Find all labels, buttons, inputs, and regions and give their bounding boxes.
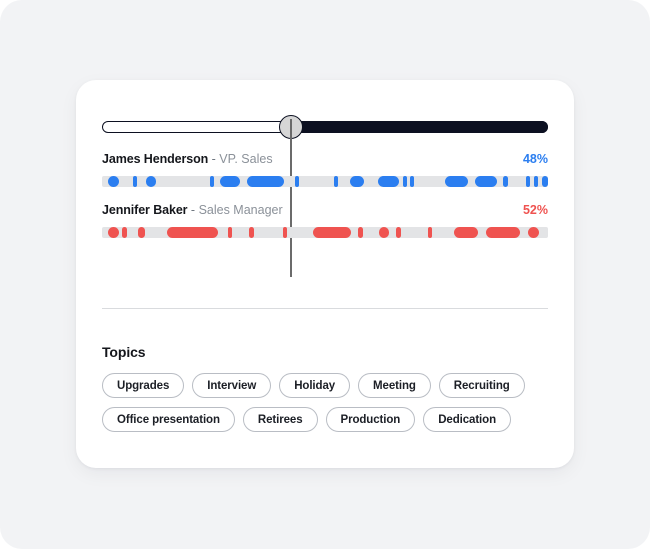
activity-bar[interactable] [102, 227, 548, 238]
activity-segment [525, 176, 530, 187]
topic-chip[interactable]: Meeting [358, 373, 431, 398]
slider-fill [290, 121, 548, 133]
person-separator: - [187, 203, 199, 217]
activity-segment [541, 176, 548, 187]
activity-segment [249, 227, 254, 238]
activity-segment [247, 176, 284, 187]
activity-segment [210, 176, 215, 187]
activity-segment [409, 176, 415, 187]
activity-segment [107, 227, 119, 238]
topic-chip[interactable]: Interview [192, 373, 272, 398]
person-name: Jennifer Baker [102, 203, 188, 217]
activity-segment [533, 176, 538, 187]
person-label: Jennifer Baker - Sales Manager [102, 201, 283, 219]
topic-chip[interactable]: Office presentation [102, 407, 235, 432]
activity-segment [377, 176, 400, 187]
timeline-slider[interactable] [102, 113, 548, 141]
topic-chip[interactable]: Upgrades [102, 373, 185, 398]
activity-segment [133, 176, 138, 187]
person-row: Jennifer Baker - Sales Manager 52% [102, 201, 548, 238]
section-divider [102, 308, 548, 309]
person-name: James Henderson [102, 152, 209, 166]
topic-chip[interactable]: Recruiting [438, 373, 525, 398]
topic-chip[interactable]: Retirees [242, 407, 318, 432]
activity-segment [427, 227, 433, 238]
main-card: James Henderson - VP. Sales 48% Jennifer B… [76, 80, 574, 468]
activity-segment [137, 227, 145, 238]
person-separator: - [208, 152, 220, 166]
person-role: VP. Sales [219, 152, 273, 166]
activity-segment [349, 176, 364, 187]
activity-segment [294, 176, 299, 187]
activity-segment [282, 227, 288, 238]
activity-segment [358, 227, 363, 238]
activity-segment [485, 227, 521, 238]
person-header: James Henderson - VP. Sales 48% [102, 150, 548, 168]
activity-segment [527, 227, 539, 238]
activity-bar[interactable] [102, 176, 548, 187]
topics-heading: Topics [102, 344, 146, 360]
topic-chip[interactable]: Dedication [423, 407, 511, 432]
activity-segment [503, 176, 508, 187]
topic-chip[interactable]: Production [325, 407, 416, 432]
activity-segment [474, 176, 498, 187]
activity-segment [166, 227, 218, 238]
activity-segment [333, 176, 338, 187]
topic-chip[interactable]: Holiday [279, 373, 351, 398]
activity-segment [145, 176, 157, 187]
activity-segment [396, 227, 401, 238]
activity-segment [444, 176, 468, 187]
activity-segment [403, 176, 408, 187]
person-role: Sales Manager [198, 203, 283, 217]
person-percent: 48% [522, 152, 548, 166]
activity-segment [378, 227, 390, 238]
page-background: James Henderson - VP. Sales 48% Jennifer B… [0, 0, 650, 549]
topic-chip-list: Upgrades Interview Holiday Meeting Recruitin… [102, 373, 554, 432]
activity-segment [220, 176, 241, 187]
person-percent: 52% [522, 203, 548, 217]
activity-segment [122, 227, 128, 238]
activity-segment [313, 227, 351, 238]
person-header: Jennifer Baker - Sales Manager 52% [102, 201, 548, 219]
activity-segment [107, 176, 120, 187]
person-label: James Henderson - VP. Sales [102, 150, 273, 168]
activity-segment [454, 227, 478, 238]
person-row: James Henderson - VP. Sales 48% [102, 150, 548, 187]
activity-segment [228, 227, 233, 238]
